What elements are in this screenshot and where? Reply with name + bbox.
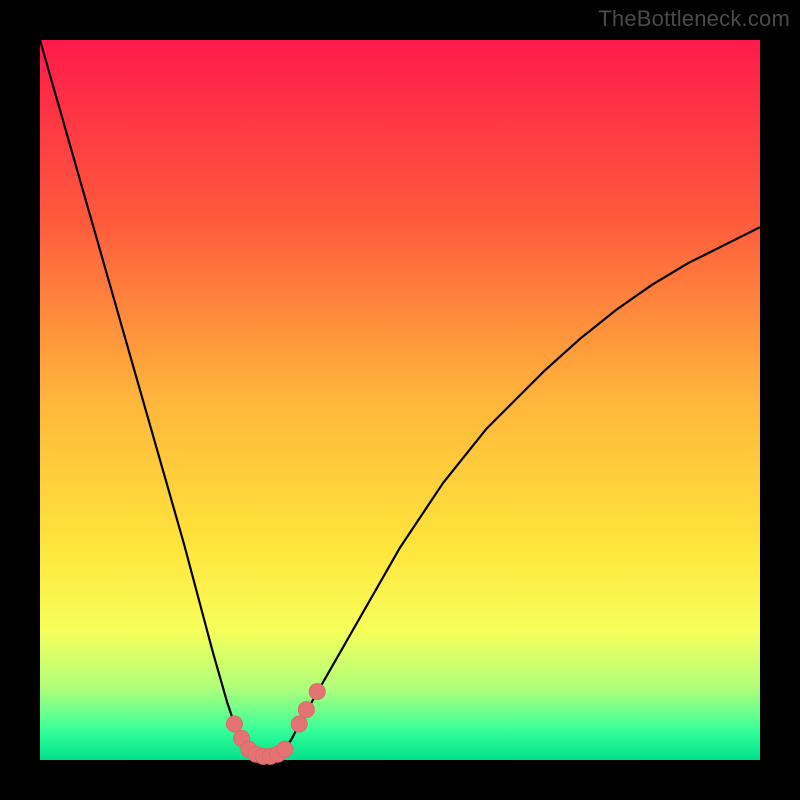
watermark-text: TheBottleneck.com <box>598 6 790 32</box>
curve-marker <box>298 702 314 718</box>
chart-frame: TheBottleneck.com <box>0 0 800 800</box>
plot-area <box>40 40 760 760</box>
bottleneck-curve <box>40 40 760 756</box>
curve-marker <box>277 741 293 757</box>
curve-layer <box>40 40 760 760</box>
curve-markers <box>226 684 325 765</box>
curve-marker <box>309 684 325 700</box>
curve-marker <box>226 716 242 732</box>
curve-marker <box>291 716 307 732</box>
